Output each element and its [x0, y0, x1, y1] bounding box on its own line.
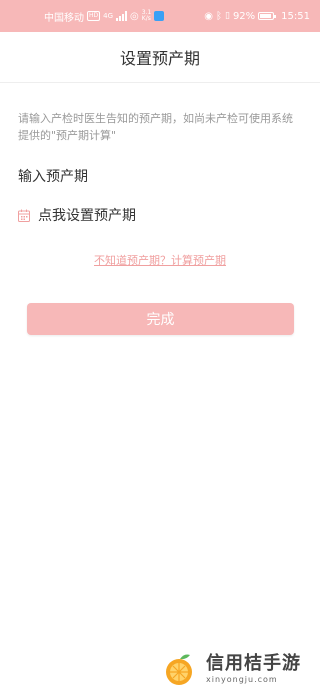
page-title: 设置预产期	[119, 49, 200, 68]
hotspot-icon: ◎	[130, 10, 139, 22]
signal-icon	[116, 11, 128, 21]
network-type: 4G	[103, 12, 114, 20]
watermark-name: 信用桔手游	[206, 652, 301, 674]
watermark: 信用桔手游 xinyongju.com	[160, 650, 301, 688]
battery-icon	[258, 12, 277, 20]
vibrate-icon: ▯	[224, 11, 230, 21]
app-notification-icon	[154, 11, 165, 21]
speed-unit: K/s	[141, 15, 151, 22]
clock-time: 15:51	[281, 10, 310, 22]
status-left-group: 中国移动 HD 4G ◎ 3.1 K/s	[44, 0, 165, 32]
done-button[interactable]: 完成	[27, 303, 294, 335]
due-date-placeholder: 点我设置预产期	[38, 208, 136, 224]
orange-logo-icon	[166, 654, 192, 685]
calendar-icon	[18, 209, 30, 222]
hd-badge: HD	[87, 11, 101, 21]
carrier-name: 中国移动	[44, 12, 84, 24]
speed-readout: 3.1 K/s	[142, 10, 152, 22]
title-bar: 设置预产期	[0, 32, 320, 83]
eye-icon: ◉	[204, 10, 213, 22]
set-due-date-row[interactable]: 点我设置预产期	[18, 205, 136, 225]
calculate-due-date-link[interactable]: 不知道预产期？计算预产期	[0, 252, 320, 268]
bluetooth-icon: ᛒ	[215, 10, 222, 22]
status-bar: 中国移动 HD 4G ◎ 3.1 K/s ◉ ᛒ ▯ 92% 15:51	[0, 0, 320, 32]
status-right-group: ◉ ᛒ ▯ 92% 15:51	[204, 0, 310, 32]
intro-text: 请输入产检时医生告知的预产期，如尚未产检可使用系统 提供的"预产期计算"	[18, 112, 293, 142]
watermark-texts: 信用桔手游 xinyongju.com	[206, 652, 301, 685]
section-label: 输入预产期	[18, 169, 88, 185]
watermark-url: xinyongju.com	[206, 674, 278, 684]
battery-percent: 92%	[232, 10, 256, 22]
